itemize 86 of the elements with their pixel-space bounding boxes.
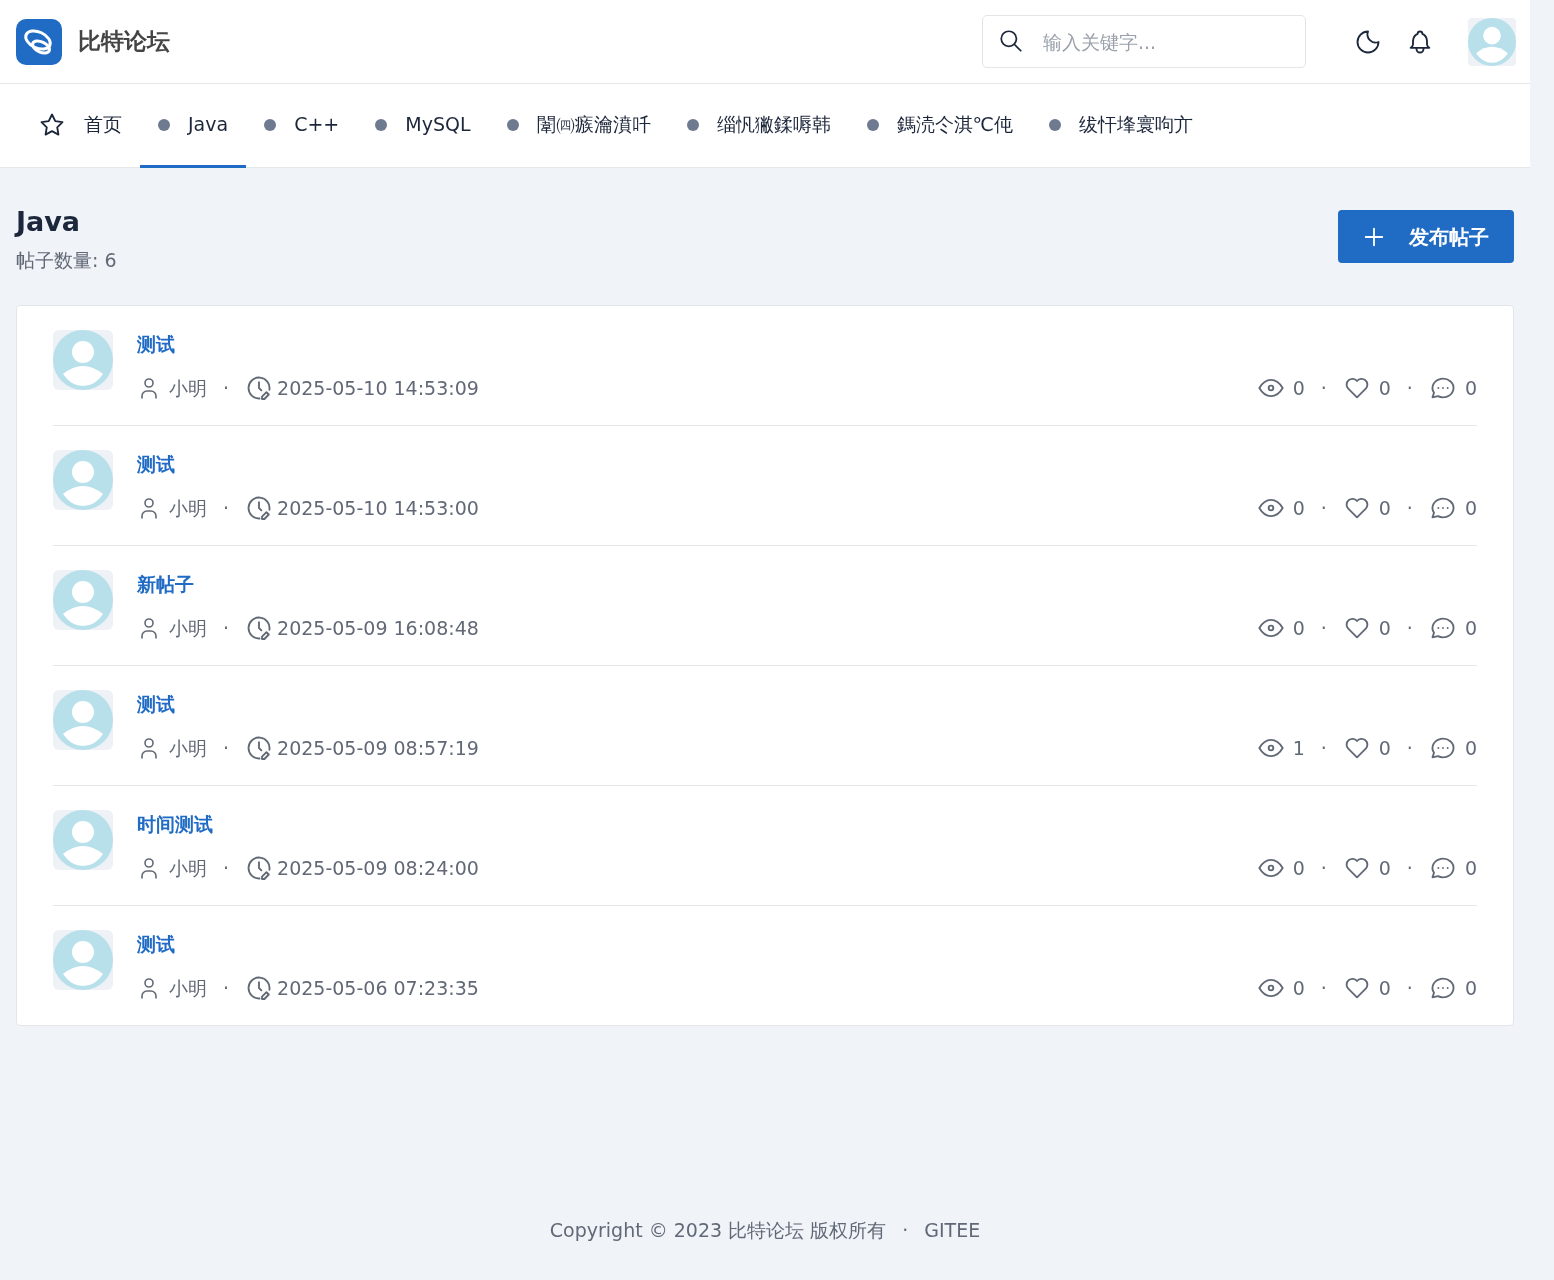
author-name: 小明 [169, 376, 207, 401]
separator: · [1406, 976, 1413, 1001]
separator: · [1406, 736, 1413, 761]
view-count: 0 [1292, 376, 1305, 401]
separator: · [223, 856, 230, 881]
like-count: 0 [1378, 856, 1391, 881]
post-title-link[interactable]: 新帖子 [137, 572, 194, 595]
post-time: 2025-05-10 14:53:00 [277, 496, 479, 521]
author-avatar [53, 329, 113, 390]
separator: · [1406, 616, 1413, 641]
author-name: 小明 [169, 976, 207, 1001]
bullet-icon [1048, 118, 1061, 131]
view-count: 1 [1292, 736, 1305, 761]
view-count: 0 [1292, 616, 1305, 641]
nav-tab[interactable]: 闈㈣瘯瀹濆吀 [488, 84, 669, 168]
plus-icon [1363, 225, 1385, 248]
post-title-link[interactable]: 测试 [137, 332, 175, 355]
bullet-icon [375, 118, 388, 131]
separator: · [223, 496, 230, 521]
author-name: 小明 [169, 496, 207, 521]
nav-tab[interactable]: Java [140, 84, 247, 168]
separator: · [223, 976, 230, 1001]
nav-tab[interactable]: 绂忓埄寰呴亣 [1030, 84, 1211, 168]
post-title-link[interactable]: 测试 [137, 452, 175, 475]
separator: · [1320, 616, 1327, 641]
author-avatar [53, 569, 113, 630]
comment-count: 0 [1464, 376, 1477, 401]
bullet-icon [686, 118, 699, 131]
separator: · [223, 376, 230, 401]
like-count: 0 [1378, 616, 1391, 641]
post-time: 2025-05-09 08:57:19 [277, 736, 479, 761]
bullet-icon [158, 118, 170, 131]
separator: · [1406, 496, 1413, 521]
bullet-icon [866, 118, 879, 131]
search-icon [998, 28, 1024, 54]
bullet-icon [506, 118, 519, 131]
post-count: 帖子数量: 6 [16, 248, 117, 273]
post-title-link[interactable]: 测试 [137, 932, 175, 955]
gitee-link[interactable]: GITEE [924, 1215, 981, 1244]
separator: · [1406, 376, 1413, 401]
separator: · [223, 736, 230, 761]
view-count: 0 [1292, 496, 1305, 521]
like-count: 0 [1378, 376, 1391, 401]
author-name: 小明 [169, 736, 207, 761]
author-avatar [53, 809, 113, 870]
nav-tab[interactable]: C++ [246, 84, 358, 168]
author-name: 小明 [169, 856, 207, 881]
comment-count: 0 [1464, 856, 1477, 881]
separator: · [1320, 376, 1327, 401]
author-avatar [53, 449, 113, 510]
comment-count: 0 [1464, 496, 1477, 521]
board-title: Java [16, 206, 82, 238]
nav-tab[interactable]: 鎷涜仒淇℃伅 [848, 84, 1031, 168]
separator: · [1320, 496, 1327, 521]
author-avatar [53, 929, 113, 990]
separator: · [1320, 856, 1327, 881]
author-name: 小明 [169, 616, 207, 641]
separator: · [223, 616, 230, 641]
copyright-text: Copyright © 2023 比特论坛 版权所有 [549, 1217, 887, 1243]
post-title-link[interactable]: 时间测试 [137, 812, 213, 835]
post-time: 2025-05-09 08:24:00 [277, 856, 479, 881]
like-count: 0 [1378, 496, 1391, 521]
post-title-link[interactable]: 测试 [137, 692, 175, 715]
comment-count: 0 [1464, 616, 1477, 641]
author-avatar [53, 689, 113, 750]
post-time: 2025-05-06 07:23:35 [277, 976, 479, 1001]
separator: · [902, 1217, 909, 1243]
search-field[interactable]: 输入关键字... [982, 15, 1306, 68]
new-post-button[interactable]: 发布帖子 [1338, 210, 1514, 263]
view-count: 0 [1292, 856, 1305, 881]
nav-tab[interactable]: 首页 [20, 84, 140, 168]
separator: · [1320, 736, 1327, 761]
post-time: 2025-05-09 16:08:48 [277, 616, 479, 641]
like-count: 0 [1378, 976, 1391, 1001]
comment-count: 0 [1464, 976, 1477, 1001]
comment-count: 0 [1464, 736, 1477, 761]
nav-tab[interactable]: MySQL [357, 84, 489, 168]
separator: · [1406, 856, 1413, 881]
site-name[interactable]: 比特论坛 [78, 24, 170, 59]
nav-tab[interactable]: 缁忛獙鍒嗕韩 [668, 84, 849, 168]
view-count: 0 [1292, 976, 1305, 1001]
like-count: 0 [1378, 736, 1391, 761]
separator: · [1320, 976, 1327, 1001]
logo-icon[interactable] [16, 18, 62, 65]
post-time: 2025-05-10 14:53:09 [277, 376, 479, 401]
bullet-icon [264, 118, 277, 131]
